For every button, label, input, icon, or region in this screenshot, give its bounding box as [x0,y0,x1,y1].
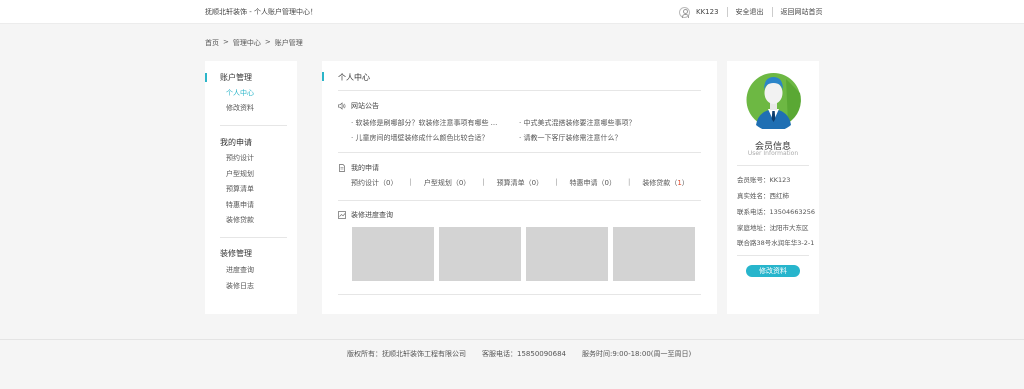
page-title: 个人中心 [338,73,370,82]
progress-header: 装修进度查询 [338,210,393,220]
divider [737,165,809,166]
notice-link[interactable]: · 软装修是刷哪部分？软装修注意事项有哪些 ... [351,118,497,128]
title-marker [322,72,324,81]
home-link[interactable]: 返回网站首页 [781,7,823,17]
footer: 版权所有：抚顺北轩装饰工程有限公司 客服电话：15850090684 服务时间:… [347,349,691,359]
member-phone: 联系电话：13504663256 [737,208,815,216]
separator: | [555,178,558,186]
document-icon [338,164,346,172]
user-bar: KK123 安全退出 返回网站首页 [679,5,823,19]
breadcrumb-home[interactable]: 首页 [205,38,219,48]
avatar [746,69,801,132]
sidebar-item-profile[interactable]: 个人中心 [226,88,254,98]
divider [338,90,701,91]
apply-item-discount[interactable]: 特惠申请（0） [569,178,615,188]
chart-icon [338,211,346,219]
sidebar-item-loan[interactable]: 装修贷款 [226,215,254,225]
notice-link[interactable]: · 儿童房间的墙壁装修成什么颜色比较合适？ [351,133,488,143]
member-address-line2: 联合路38号水润年华3-2-1 [737,239,815,247]
footer-copyright: 版权所有：抚顺北轩装饰工程有限公司 [347,350,466,358]
apply-item-floor-plan[interactable]: 户型规划（0） [424,178,470,188]
apply-summary: 预约设计（0） | 户型规划（0） | 预算清单（0） | 特惠申请（0） | … [351,178,689,188]
divider [338,200,701,201]
logout-link[interactable]: 安全退出 [736,7,764,17]
sidebar-group-title: 账户管理 [220,73,252,82]
progress-image[interactable] [526,227,608,281]
notice-link[interactable]: · 中式美式混搭装修要注意哪些事项？ [519,118,635,128]
divider [220,237,287,238]
progress-heading: 装修进度查询 [351,211,393,219]
member-name: 真实姓名：西红柿 [737,192,789,200]
sidebar-item-floor-plan[interactable]: 户型规划 [226,169,254,179]
member-panel: 会员信息 User Information 会员账号：KK123 真实姓名：西红… [727,61,819,314]
welcome-text: 抚顺北轩装饰 - 个人账户管理中心！ [205,8,317,16]
sidebar-item-budget[interactable]: 预算清单 [226,184,254,194]
divider [220,125,287,126]
breadcrumb-separator: > [223,38,229,46]
sidebar-item-design-booking[interactable]: 预约设计 [226,153,254,163]
sidebar-group-title: 我的申请 [220,138,252,147]
divider [726,7,728,17]
sidebar-item-log[interactable]: 装修日志 [226,281,254,291]
separator: | [482,178,485,186]
divider [737,255,809,256]
divider [338,152,701,153]
apply-heading: 我的申请 [351,164,379,172]
notice-header: 网站公告 [338,101,379,111]
member-address: 家庭地址：沈阳市大东区 [737,224,809,232]
progress-image[interactable] [352,227,434,281]
sidebar-item-edit-profile[interactable]: 修改资料 [226,103,254,113]
notice-heading: 网站公告 [351,102,379,110]
top-bar: 抚顺北轩装饰 - 个人账户管理中心！ KK123 安全退出 返回网站首页 [0,0,1024,24]
breadcrumb-center[interactable]: 管理中心 [233,38,261,48]
divider [338,294,701,295]
footer-phone: 客服电话：15850090684 [482,350,566,358]
speaker-icon [338,102,346,110]
apply-item-loan[interactable]: 装修贷款（1） [642,178,688,188]
divider [771,7,773,17]
sidebar-active-marker [205,73,207,82]
apply-item-design[interactable]: 预约设计（0） [351,178,397,188]
breadcrumb-current: 账户管理 [274,39,303,47]
progress-image[interactable] [439,227,521,281]
sidebar-group-title: 装修管理 [220,249,252,258]
progress-image[interactable] [613,227,695,281]
username[interactable]: KK123 [696,8,719,16]
sidebar-item-progress[interactable]: 进度查询 [226,265,254,275]
sidebar: 账户管理 个人中心 修改资料 我的申请 预约设计 户型规划 预算清单 特惠申请 … [205,61,297,314]
sidebar-item-discount[interactable]: 特惠申请 [226,200,254,210]
separator: | [627,178,631,186]
apply-item-budget[interactable]: 预算清单（0） [497,178,543,188]
user-icon [679,6,690,18]
separator: | [409,178,412,186]
edit-profile-button[interactable]: 修改资料 [746,265,800,277]
apply-header: 我的申请 [338,163,379,173]
main-panel: 个人中心 网站公告 · 软装修是刷哪部分？软装修注意事项有哪些 ... · 中式… [322,61,717,314]
footer-hours: 服务时间:9:00-18:00(周一至周日) [582,350,692,358]
member-account: 会员账号：KK123 [737,176,791,184]
notice-link[interactable]: · 请教一下客厅装修需注意什么？ [519,133,621,143]
breadcrumb-separator: > [264,38,271,46]
footer-divider [0,339,1024,340]
breadcrumb: 首页 > 管理中心 > 账户管理 [205,38,303,48]
member-subtitle: User Information [747,150,799,157]
